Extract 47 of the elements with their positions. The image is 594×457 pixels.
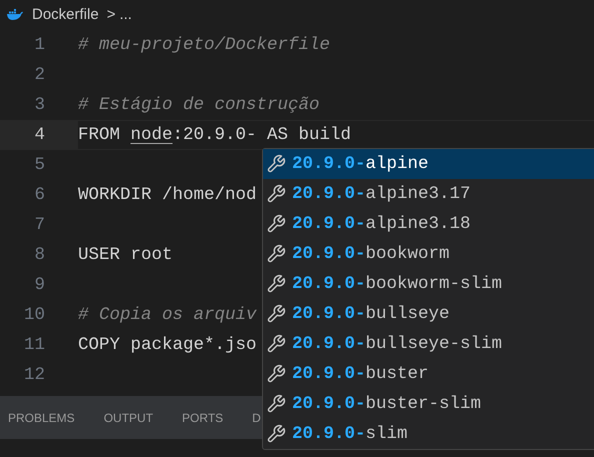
code-line: COPY package*.jso — [78, 334, 257, 357]
line-number: 7 — [34, 214, 45, 237]
code-line: # Estágio de construção — [78, 94, 320, 117]
wrench-icon — [266, 334, 286, 354]
suggestion-item[interactable]: 20.9.0-alpine — [263, 149, 594, 179]
code-line: WORKDIR /home/nod — [78, 184, 257, 207]
line-number: 8 — [34, 244, 45, 267]
suggestion-item[interactable]: 20.9.0-slim — [263, 419, 594, 449]
wrench-icon — [266, 394, 286, 414]
wrench-icon — [266, 214, 286, 234]
suggestion-item[interactable]: 20.9.0-bookworm-slim — [263, 269, 594, 299]
line-number: 6 — [34, 184, 45, 207]
line-number: 9 — [34, 274, 45, 297]
code-line: # Copia os arquiv — [78, 304, 257, 327]
line-number: 1 — [34, 34, 45, 57]
panel-tab[interactable]: PROBLEMS — [8, 408, 75, 426]
suggestion-item[interactable]: 20.9.0-alpine3.17 — [263, 179, 594, 209]
line-number: 4 — [34, 124, 45, 147]
breadcrumb-file[interactable]: Dockerfile — [32, 4, 99, 26]
panel-tab[interactable]: PORTS — [182, 408, 224, 426]
line-number: 3 — [34, 94, 45, 117]
wrench-icon — [266, 154, 286, 174]
suggestion-item[interactable]: 20.9.0-bullseye-slim — [263, 329, 594, 359]
code-line: # meu-projeto/Dockerfile — [78, 34, 330, 57]
suggestion-item[interactable]: 20.9.0-bullseye — [263, 299, 594, 329]
wrench-icon — [266, 304, 286, 324]
breadcrumb-separator: > — [106, 4, 116, 25]
code-line: USER root — [78, 244, 173, 267]
panel-tab[interactable]: D — [252, 408, 261, 426]
wrench-icon — [266, 424, 286, 444]
suggestion-item[interactable]: 20.9.0-bookworm — [263, 239, 594, 269]
code-line: FROM node:20.9.0- AS build — [78, 124, 352, 147]
breadcrumb-more[interactable]: ... — [119, 4, 132, 26]
wrench-icon — [266, 274, 286, 294]
suggestion-item[interactable]: 20.9.0-alpine3.18 — [263, 209, 594, 239]
line-number: 11 — [24, 334, 45, 357]
wrench-icon — [266, 184, 286, 204]
line-number: 2 — [34, 64, 45, 87]
line-number: 12 — [24, 364, 45, 387]
line-number: 5 — [34, 154, 45, 177]
panel-tab[interactable]: OUTPUT — [104, 408, 154, 426]
wrench-icon — [266, 244, 286, 264]
suggestion-item[interactable]: 20.9.0-buster — [263, 359, 594, 389]
suggestion-item[interactable]: 20.9.0-buster-slim — [263, 389, 594, 419]
whale-icon — [6, 9, 24, 21]
line-number: 10 — [24, 304, 45, 327]
wrench-icon — [266, 364, 286, 384]
